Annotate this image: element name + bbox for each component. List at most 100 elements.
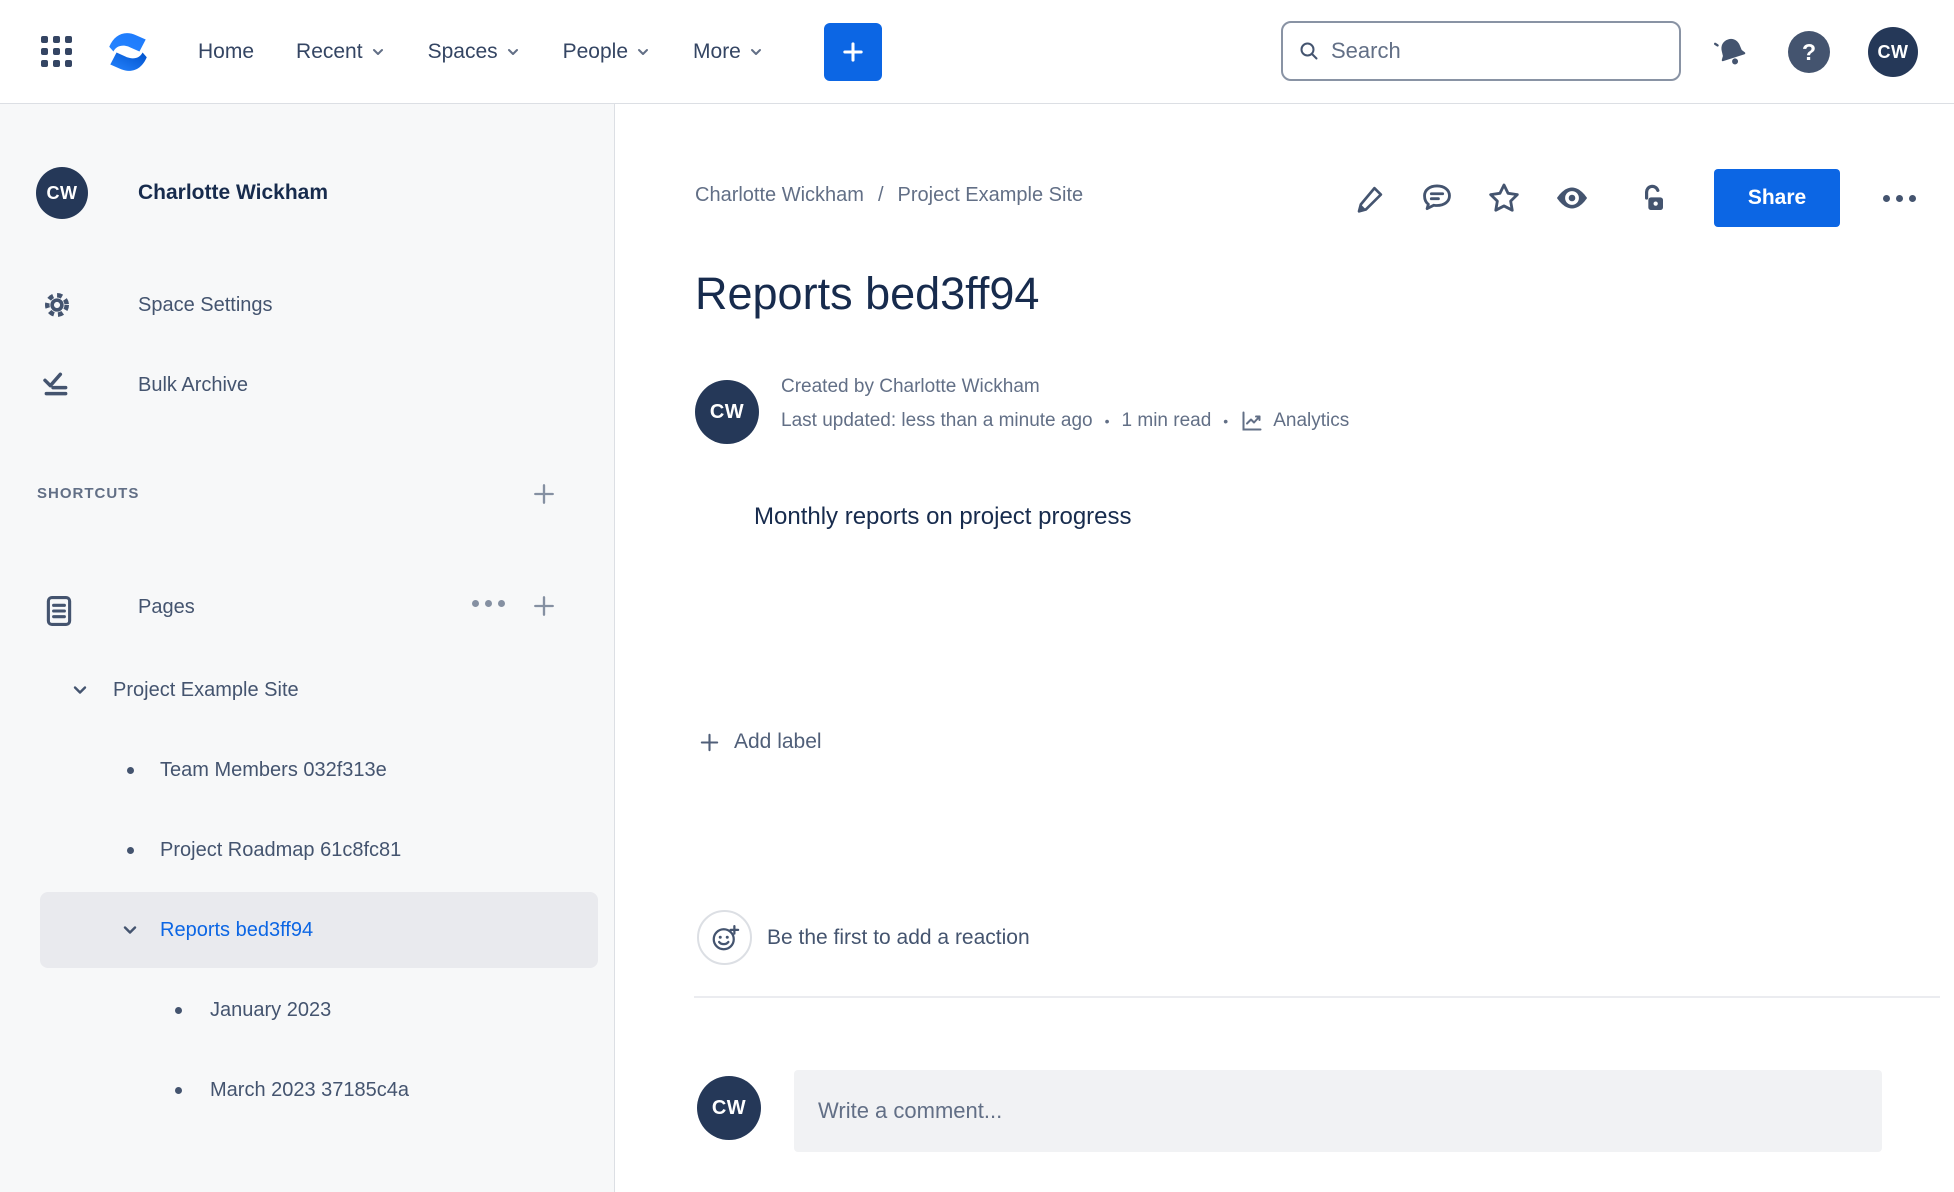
reactions-section: Be the first to add a reaction (697, 910, 1030, 965)
add-reaction-button[interactable] (697, 910, 752, 965)
ellipsis-icon (472, 600, 505, 607)
help-button[interactable]: ? (1788, 31, 1830, 73)
chevron-down-icon (750, 48, 761, 55)
comment-input[interactable] (794, 1098, 1882, 1124)
favorite-star-button[interactable] (1487, 181, 1521, 215)
space-avatar: CW (36, 167, 88, 219)
nav-item-recent[interactable]: Recent (282, 30, 400, 74)
breadcrumb-link-parent[interactable]: Project Example Site (898, 184, 1084, 207)
chevron-down-icon (372, 48, 383, 55)
add-label-text: Add label (734, 730, 822, 753)
nav-item-label: People (562, 39, 629, 63)
sidebar-item-label: Space Settings (138, 293, 273, 316)
topbar-right-cluster: ? CW (1713, 0, 1918, 104)
add-page-button[interactable] (528, 590, 560, 622)
page-byline: Created by Charlotte Wickham Last update… (781, 376, 1349, 433)
edit-button[interactable] (1355, 182, 1387, 214)
tree-item-label: Reports bed3ff94 (160, 918, 314, 941)
search-icon (1300, 42, 1318, 60)
plus-icon (534, 596, 554, 616)
watch-button[interactable] (1554, 180, 1590, 216)
notifications-button[interactable] (1713, 34, 1750, 70)
nav-item-home[interactable]: Home (184, 30, 268, 74)
bullet-icon (118, 766, 142, 774)
analytics-label: Analytics (1273, 410, 1350, 431)
nav-item-label: More (693, 39, 741, 63)
bullet-icon (166, 1006, 190, 1014)
page-title: Reports bed3ff94 (695, 268, 1040, 319)
tree-item-january-2023[interactable]: January 2023 (0, 988, 614, 1032)
tree-item-project-example-site[interactable]: Project Example Site (0, 668, 614, 712)
page-content: Charlotte Wickham / Project Example Site (615, 104, 1954, 1192)
nav-item-more[interactable]: More (679, 30, 778, 74)
commenter-avatar: CW (697, 1076, 761, 1140)
tree-item-label: March 2023 37185c4a (210, 1078, 410, 1101)
chevron-down-icon (638, 48, 649, 55)
bell-icon (1713, 38, 1746, 65)
space-profile[interactable]: CW Charlotte Wickham (36, 167, 328, 219)
share-button[interactable]: Share (1714, 169, 1840, 227)
add-shortcut-button[interactable] (528, 478, 560, 510)
eye-icon (1557, 187, 1587, 209)
nav-item-label: Home (198, 39, 255, 63)
question-mark-icon: ? (1788, 31, 1830, 73)
last-updated-text: Last updated: less than a minute ago (781, 410, 1093, 431)
document-icon (42, 593, 76, 629)
gear-icon (40, 289, 74, 321)
bullet-icon (166, 1086, 190, 1094)
created-by-text: Created by Charlotte Wickham (781, 376, 1040, 397)
chevron-down-icon (73, 686, 87, 694)
tree-item-label: Project Example Site (113, 678, 299, 701)
tree-item-project-roadmap[interactable]: Project Roadmap 61c8fc81 (0, 828, 614, 872)
speech-bubble-icon (1423, 184, 1451, 211)
comment-input-container[interactable] (794, 1070, 1882, 1152)
plus-icon (843, 41, 863, 62)
sidebar-item-bulk-archive[interactable]: Bulk Archive (0, 363, 614, 407)
tree-item-label: Project Roadmap 61c8fc81 (160, 838, 402, 861)
app-switcher-icon[interactable] (36, 32, 76, 72)
separator-dot: • (1104, 413, 1110, 429)
sidebar-item-pages[interactable]: Pages (0, 588, 614, 632)
sidebar-item-space-settings[interactable]: Space Settings (0, 283, 614, 327)
bullet-icon (118, 846, 142, 854)
nav-item-people[interactable]: People (549, 30, 665, 74)
plus-icon (534, 484, 554, 504)
chevron-down-icon (123, 926, 137, 934)
search-bar (1281, 21, 1681, 81)
reactions-prompt-text: Be the first to add a reaction (767, 925, 1030, 949)
unlocked-padlock-icon (1645, 184, 1663, 210)
nav-item-spaces[interactable]: Spaces (414, 30, 535, 74)
tree-item-label: Team Members 032f313e (160, 758, 387, 781)
tree-item-march-2023[interactable]: March 2023 37185c4a (0, 1068, 614, 1112)
author-avatar[interactable]: CW (695, 380, 759, 444)
tree-item-reports-selected[interactable]: Reports bed3ff94 (40, 892, 598, 968)
primary-nav: Home Recent Spaces People More (184, 30, 778, 74)
tree-item-team-members[interactable]: Team Members 032f313e (0, 748, 614, 792)
space-sidebar: CW Charlotte Wickham Space Settings Bulk (0, 104, 615, 1192)
smiley-plus-icon (712, 924, 739, 950)
nav-item-label: Spaces (427, 39, 498, 63)
page-actions-toolbar: Share (1355, 166, 1916, 230)
sidebar-item-label: Pages (138, 596, 195, 618)
pages-more-button[interactable] (460, 598, 507, 609)
breadcrumb-link-space[interactable]: Charlotte Wickham (695, 184, 864, 207)
confluence-logo-icon[interactable] (102, 27, 154, 77)
breadcrumb: Charlotte Wickham / Project Example Site (695, 184, 1083, 207)
separator-dot: • (1223, 413, 1229, 429)
analytics-link[interactable]: Analytics (1240, 409, 1349, 433)
add-label-button[interactable]: Add label (698, 730, 822, 754)
create-button[interactable] (823, 22, 882, 81)
top-navigation-bar: Home Recent Spaces People More Search ? … (0, 0, 1954, 104)
comments-button[interactable] (1420, 181, 1454, 215)
pencil-icon (1357, 186, 1383, 213)
page-more-actions-button[interactable] (1883, 194, 1916, 202)
shortcuts-heading: SHORTCUTS (37, 485, 140, 502)
chevron-down-icon (507, 48, 518, 55)
search-input[interactable] (1331, 38, 1665, 64)
user-avatar[interactable]: CW (1868, 27, 1918, 77)
comments-divider (694, 996, 1940, 998)
line-chart-icon (1242, 411, 1262, 431)
restrictions-button[interactable] (1637, 182, 1669, 214)
star-icon (1489, 183, 1519, 212)
breadcrumb-separator: / (877, 184, 884, 206)
